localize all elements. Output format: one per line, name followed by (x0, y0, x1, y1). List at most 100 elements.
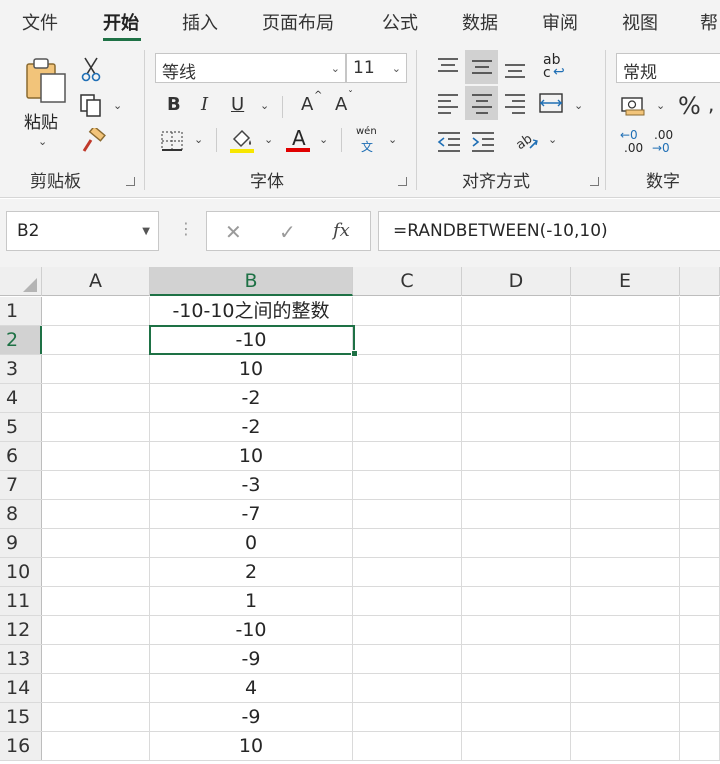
copy-icon[interactable] (78, 92, 104, 118)
cell-b[interactable]: 1 (150, 587, 353, 615)
row-header[interactable]: 8 (0, 500, 42, 528)
cell-b[interactable]: -10 (150, 616, 353, 644)
cell-a[interactable] (42, 442, 150, 470)
row-header[interactable]: 9 (0, 529, 42, 557)
cell-e[interactable] (571, 471, 680, 499)
cell-d[interactable] (462, 587, 571, 615)
cell-b[interactable]: -3 (150, 471, 353, 499)
row-header[interactable]: 7 (0, 471, 42, 499)
cell-e[interactable] (571, 587, 680, 615)
tab-insert[interactable]: 插入 (182, 9, 218, 35)
name-box[interactable]: B2 ▼ (6, 211, 159, 251)
cell-f[interactable] (680, 587, 720, 615)
underline-button[interactable]: U (231, 96, 244, 114)
cell-a[interactable] (42, 732, 150, 760)
decrease-font-size-button[interactable]: A (335, 96, 347, 114)
column-header-c[interactable]: C (353, 267, 462, 296)
italic-button[interactable]: I (201, 96, 208, 114)
align-center-icon[interactable] (470, 92, 494, 114)
cell-c[interactable] (353, 674, 462, 702)
merge-dropdown-icon[interactable]: ⌄ (574, 100, 583, 111)
tab-file[interactable]: 文件 (22, 9, 58, 35)
cell-d[interactable] (462, 326, 571, 354)
cell-b[interactable]: 10 (150, 355, 353, 383)
paste-button[interactable]: 粘贴 ⌄ (16, 56, 74, 156)
cell-a[interactable] (42, 703, 150, 731)
cell-b[interactable]: 2 (150, 558, 353, 586)
cell-d[interactable] (462, 732, 571, 760)
cell-d[interactable] (462, 500, 571, 528)
phonetic-icon[interactable]: wén 文 (356, 126, 382, 154)
cell-a[interactable] (42, 674, 150, 702)
cell-d[interactable] (462, 413, 571, 441)
row-header[interactable]: 5 (0, 413, 42, 441)
tab-page-layout[interactable]: 页面布局 (262, 9, 334, 35)
clipboard-dialog-launcher[interactable] (126, 177, 135, 186)
cell-e[interactable] (571, 616, 680, 644)
tab-review[interactable]: 审阅 (542, 9, 578, 35)
cell-b[interactable]: -2 (150, 384, 353, 412)
cell-c[interactable] (353, 703, 462, 731)
decrease-decimal-button[interactable]: .00 →0 (652, 128, 682, 156)
chevron-down-icon[interactable]: ▼ (142, 226, 150, 237)
row-header[interactable]: 16 (0, 732, 42, 760)
cell-e[interactable] (571, 529, 680, 557)
cell-e[interactable] (571, 326, 680, 354)
cut-icon[interactable] (80, 56, 102, 82)
cell-f[interactable] (680, 674, 720, 702)
cell-f[interactable] (680, 645, 720, 673)
cell-b[interactable]: 0 (150, 529, 353, 557)
cell-a[interactable] (42, 326, 150, 354)
cell-d[interactable] (462, 616, 571, 644)
cell-f[interactable] (680, 558, 720, 586)
cell-b[interactable]: -10 (150, 326, 353, 354)
chevron-down-icon[interactable]: ⌄ (38, 136, 47, 147)
cell-c[interactable] (353, 413, 462, 441)
increase-indent-icon[interactable] (470, 130, 496, 152)
increase-decimal-button[interactable]: ←0 .00 (620, 128, 650, 156)
cell-d[interactable] (462, 384, 571, 412)
select-all-button[interactable] (0, 267, 42, 296)
cell-c[interactable] (353, 471, 462, 499)
comma-style-button[interactable]: , (708, 94, 714, 114)
accounting-dropdown-icon[interactable]: ⌄ (656, 100, 665, 111)
cell-c[interactable] (353, 529, 462, 557)
cell-e[interactable] (571, 645, 680, 673)
row-header[interactable]: 14 (0, 674, 42, 702)
cell-d[interactable] (462, 558, 571, 586)
font-dialog-launcher[interactable] (398, 177, 407, 186)
orientation-icon[interactable]: ab (514, 128, 540, 152)
underline-dropdown-icon[interactable]: ⌄ (260, 100, 269, 111)
row-header[interactable]: 4 (0, 384, 42, 412)
tab-formulas[interactable]: 公式 (382, 9, 418, 35)
cell-b[interactable]: -7 (150, 500, 353, 528)
format-painter-icon[interactable] (80, 128, 106, 154)
cell-d[interactable] (462, 645, 571, 673)
cell-c[interactable] (353, 384, 462, 412)
cell-f[interactable] (680, 529, 720, 557)
cell-a[interactable] (42, 413, 150, 441)
alignment-dialog-launcher[interactable] (590, 177, 599, 186)
cell-f[interactable] (680, 471, 720, 499)
fill-color-dropdown-icon[interactable]: ⌄ (264, 134, 273, 145)
column-header-f[interactable] (680, 267, 720, 296)
align-right-icon[interactable] (503, 92, 527, 114)
cell-a[interactable] (42, 616, 150, 644)
cell-d[interactable] (462, 442, 571, 470)
cell-c[interactable] (353, 732, 462, 760)
align-left-icon[interactable] (436, 92, 460, 114)
row-header[interactable]: 2 (0, 326, 42, 354)
cell-c[interactable] (353, 616, 462, 644)
phonetic-dropdown-icon[interactable]: ⌄ (388, 134, 397, 145)
cell-f[interactable] (680, 384, 720, 412)
cell-b[interactable]: 10 (150, 442, 353, 470)
row-header[interactable]: 6 (0, 442, 42, 470)
cell-c[interactable] (353, 558, 462, 586)
align-middle-icon[interactable] (470, 56, 494, 78)
tab-view[interactable]: 视图 (622, 9, 658, 35)
wrap-text-icon[interactable]: ab c ↩ (541, 52, 567, 82)
cell-b[interactable]: -10-10之间的整数 (150, 297, 353, 325)
tab-data[interactable]: 数据 (462, 9, 498, 35)
fill-color-icon[interactable] (228, 126, 256, 154)
cell-c[interactable] (353, 587, 462, 615)
